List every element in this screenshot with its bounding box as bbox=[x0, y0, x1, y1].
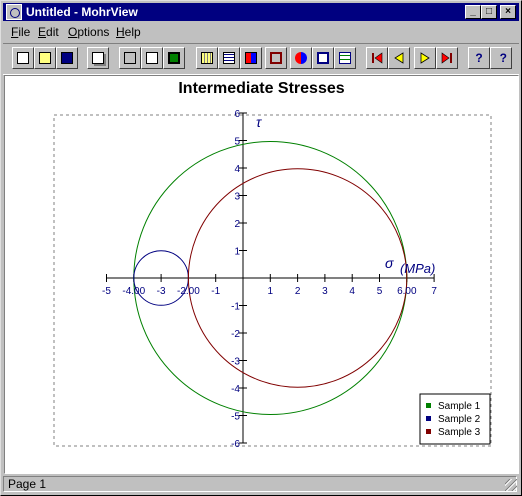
y-tick-label: -4 bbox=[231, 384, 240, 395]
principal-stress-label: 6.00 bbox=[397, 286, 417, 297]
stress-element-icon bbox=[270, 52, 282, 64]
x-tick-label: 7 bbox=[431, 286, 437, 297]
resize-grip[interactable] bbox=[505, 479, 517, 491]
maximize-button[interactable]: □ bbox=[481, 5, 497, 19]
page-frame-icon bbox=[146, 52, 158, 64]
y-axis-label: τ bbox=[256, 114, 262, 130]
menu-help[interactable]: Help bbox=[116, 25, 141, 39]
mohr-circle-chart: -5 -3 -1 1 2 3 4 5 7-6-5-4-3-2-1123456 -4.00 -2.0… bbox=[53, 109, 492, 450]
previous-page-button[interactable] bbox=[388, 47, 410, 69]
legend-button[interactable] bbox=[334, 47, 356, 69]
y-tick-label: -6 bbox=[231, 439, 240, 450]
y-tick-label: 1 bbox=[234, 247, 240, 258]
x-tick-label: 1 bbox=[268, 286, 274, 297]
table-icon bbox=[223, 52, 235, 64]
x-tick-label: -5 bbox=[102, 286, 111, 297]
copy-icon bbox=[92, 52, 104, 64]
color-palette-button[interactable] bbox=[240, 47, 262, 69]
mohr-circle-icon bbox=[295, 52, 307, 64]
legend-entry: Sample 2 bbox=[438, 414, 481, 425]
x-tick-label: 4 bbox=[349, 286, 355, 297]
x-tick-label: -1 bbox=[211, 286, 220, 297]
new-file-button[interactable] bbox=[12, 47, 34, 69]
y-tick-label: -2 bbox=[231, 329, 240, 340]
y-tick-label: -5 bbox=[231, 412, 240, 423]
menu-options[interactable]: Options bbox=[68, 25, 109, 39]
x-axis-label: σ bbox=[385, 255, 394, 271]
first-page-icon bbox=[372, 52, 383, 64]
color-palette-icon bbox=[245, 52, 257, 64]
app-icon[interactable] bbox=[6, 4, 22, 20]
mohr-circle-button[interactable] bbox=[290, 47, 312, 69]
legend-swatch bbox=[426, 416, 431, 421]
format-icon bbox=[317, 52, 329, 64]
print-icon bbox=[124, 52, 136, 64]
save-button[interactable] bbox=[56, 47, 78, 69]
stress-element-button[interactable] bbox=[265, 47, 287, 69]
menu-bar: File Edit Options Help bbox=[3, 22, 519, 41]
menu-edit[interactable]: Edit bbox=[38, 25, 59, 39]
chart-view[interactable]: Intermediate Stresses -5 -3 -1 1 2 3 4 5 7 -6 -5 -4… bbox=[4, 75, 519, 474]
save-icon bbox=[61, 52, 73, 64]
page-setup-icon bbox=[168, 52, 180, 64]
print-button[interactable] bbox=[119, 47, 141, 69]
last-page-button[interactable] bbox=[436, 47, 458, 69]
x-tick-label: 3 bbox=[322, 286, 328, 297]
toolbar: ? ? bbox=[3, 43, 519, 75]
y-tick-label: 3 bbox=[234, 192, 240, 203]
principal-stress-label: -2.00 bbox=[177, 286, 200, 297]
close-button[interactable]: × bbox=[500, 5, 516, 19]
window-title: Untitled - MohrView bbox=[26, 5, 138, 19]
legend: Sample 1 Sample 2 Sample 3 bbox=[419, 393, 491, 445]
main-window: Untitled - MohrView _ □ × File Edit Opti… bbox=[0, 0, 522, 496]
last-page-icon bbox=[441, 52, 452, 64]
table-button[interactable] bbox=[218, 47, 240, 69]
format-button[interactable] bbox=[312, 47, 334, 69]
minimize-button[interactable]: _ bbox=[465, 5, 481, 19]
help-button[interactable]: ? bbox=[468, 47, 490, 69]
previous-page-icon bbox=[394, 52, 404, 64]
legend-swatch bbox=[426, 403, 431, 408]
next-page-button[interactable] bbox=[414, 47, 436, 69]
copy-button[interactable] bbox=[87, 47, 109, 69]
page-frame-button[interactable] bbox=[141, 47, 163, 69]
status-bar: Page 1 bbox=[3, 475, 519, 493]
first-page-button[interactable] bbox=[366, 47, 388, 69]
grid-button[interactable] bbox=[196, 47, 218, 69]
menu-file[interactable]: File bbox=[11, 25, 30, 39]
x-tick-label: 5 bbox=[377, 286, 383, 297]
help-icon: ? bbox=[475, 51, 483, 65]
y-tick-label: -1 bbox=[231, 302, 240, 313]
legend-entry: Sample 3 bbox=[438, 427, 481, 438]
y-tick-label: 4 bbox=[234, 164, 240, 175]
open-button[interactable] bbox=[34, 47, 56, 69]
status-text: Page 1 bbox=[3, 476, 517, 492]
legend-entry: Sample 1 bbox=[438, 401, 481, 412]
open-folder-icon bbox=[39, 52, 51, 64]
context-help-icon: ? bbox=[499, 51, 507, 65]
principal-stress-label: -4.00 bbox=[122, 286, 145, 297]
new-file-icon bbox=[17, 52, 29, 64]
x-axis-unit: (MPa) bbox=[400, 261, 435, 276]
grid-icon bbox=[201, 52, 213, 64]
x-tick-label: -3 bbox=[157, 286, 166, 297]
x-tick-label: 2 bbox=[295, 286, 301, 297]
legend-icon bbox=[339, 52, 351, 64]
legend-swatch bbox=[426, 429, 431, 434]
next-page-icon bbox=[420, 52, 430, 64]
y-tick-label: 6 bbox=[234, 109, 240, 120]
title-bar[interactable]: Untitled - MohrView _ □ × bbox=[3, 3, 519, 21]
page-setup-button[interactable] bbox=[163, 47, 185, 69]
y-tick-label: 2 bbox=[234, 219, 240, 230]
context-help-button[interactable]: ? bbox=[490, 47, 512, 69]
